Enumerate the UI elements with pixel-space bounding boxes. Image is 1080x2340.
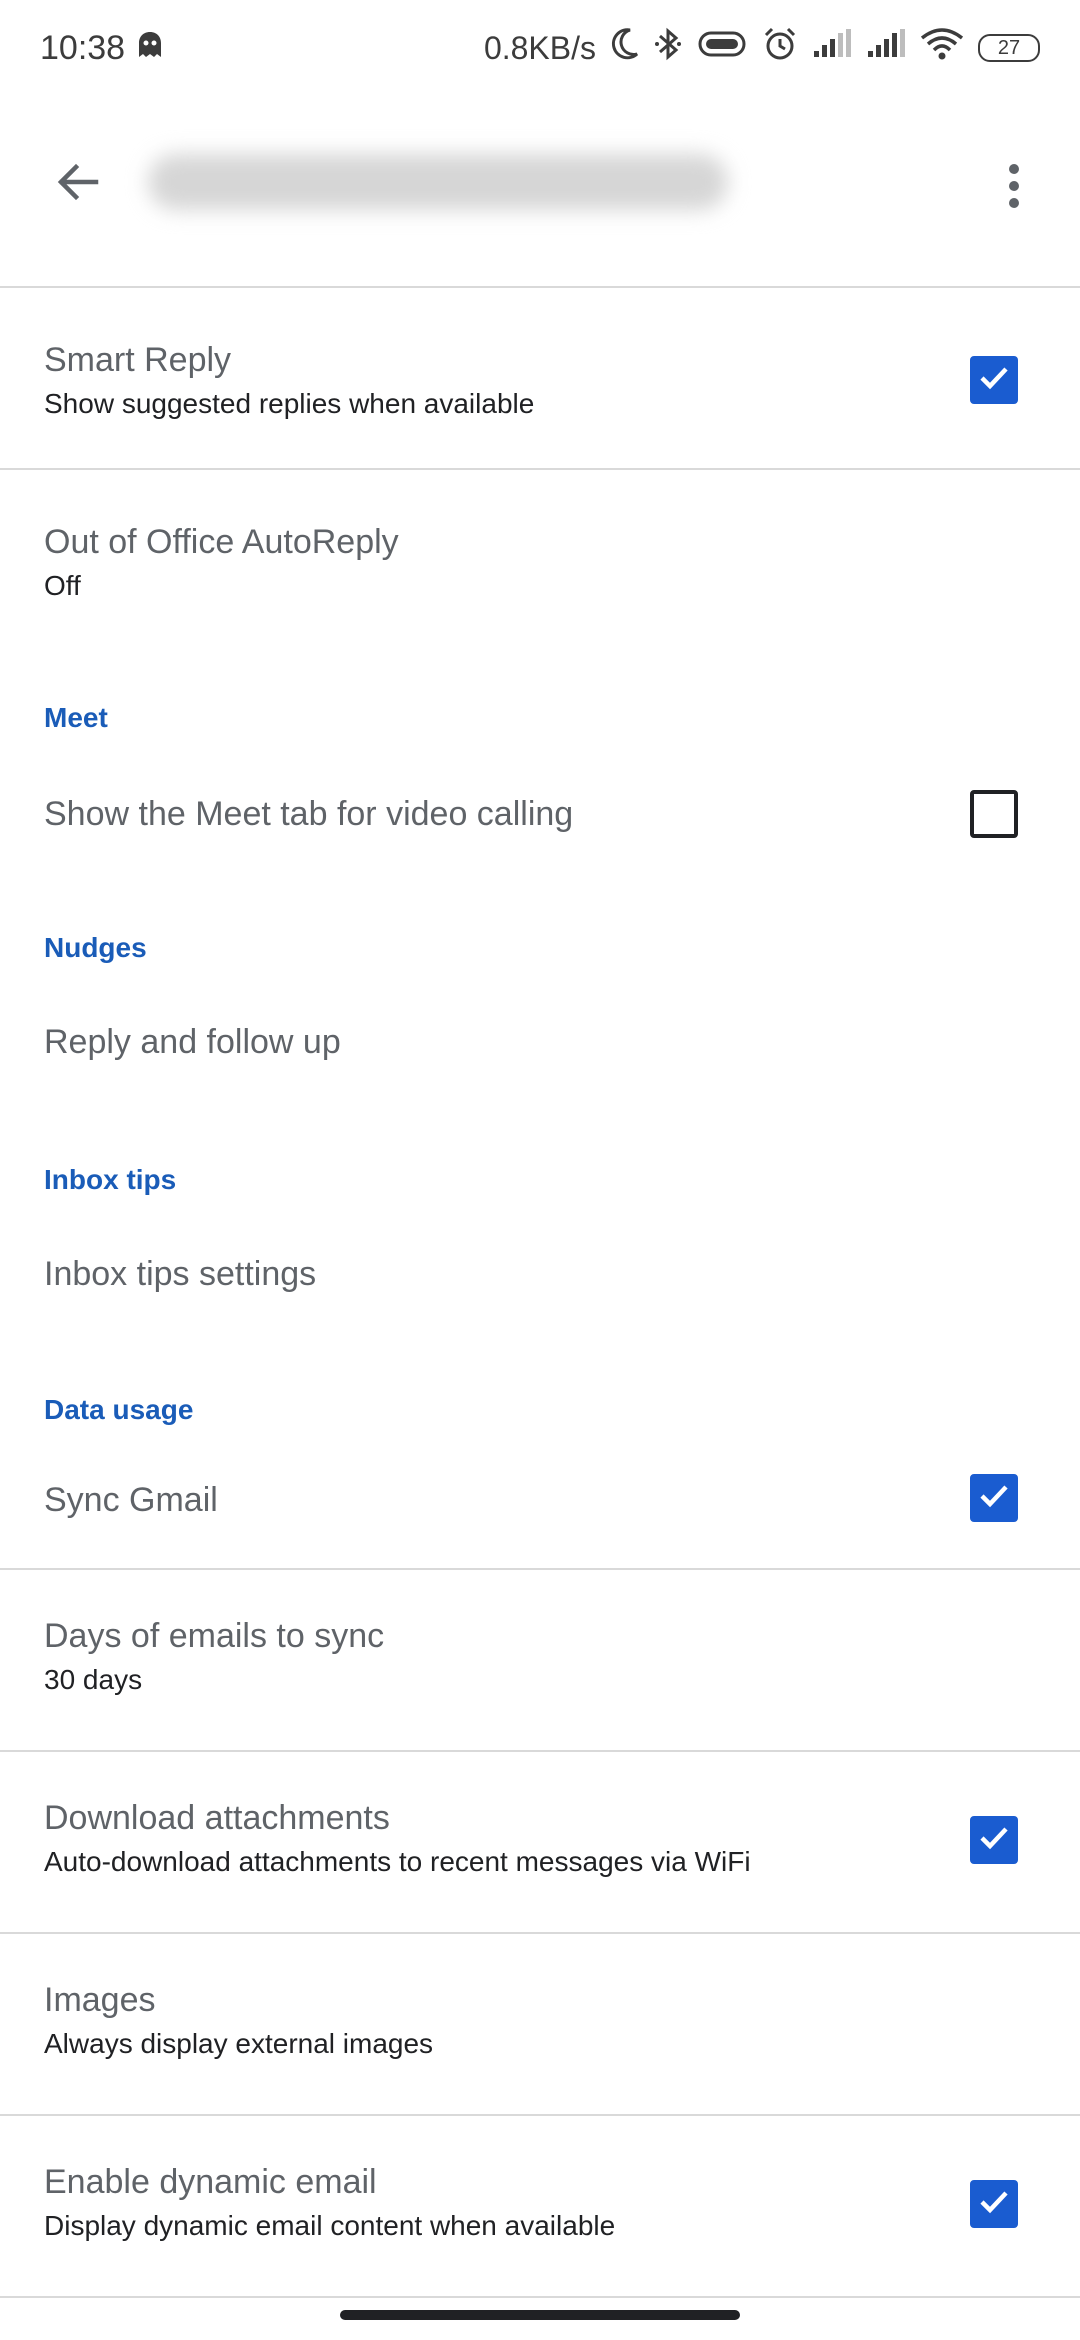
days-to-sync-setting[interactable]: Days of emails to sync 30 days [0, 1570, 1080, 1752]
checkmark-icon [976, 2184, 1012, 2225]
status-right: 0.8KB/s 27 [484, 26, 1040, 70]
signal-icon [812, 29, 852, 67]
bluetooth-icon [654, 26, 682, 70]
sync-gmail-title: Sync Gmail [44, 1481, 218, 1519]
checkmark-icon [976, 1478, 1012, 1519]
download-attachments-setting[interactable]: Download attachments Auto-download attac… [0, 1752, 1080, 1934]
back-button[interactable] [42, 148, 114, 220]
days-to-sync-subtitle: 30 days [44, 1664, 143, 1695]
alarm-icon [762, 26, 798, 70]
dynamic-email-checkbox[interactable] [970, 2180, 1018, 2228]
out-of-office-subtitle: Off [44, 570, 81, 601]
dynamic-email-setting[interactable]: Enable dynamic email Display dynamic ema… [0, 2116, 1080, 2298]
inbox-tips-header-label: Inbox tips [44, 1164, 177, 1195]
vibrate-icon [696, 28, 748, 68]
smart-reply-title: Smart Reply [44, 341, 232, 379]
checkmark-icon [976, 1820, 1012, 1861]
out-of-office-setting[interactable]: Out of Office AutoReply Off [0, 470, 1080, 652]
status-left: 10:38 [40, 29, 163, 68]
days-to-sync-title: Days of emails to sync [44, 1617, 385, 1655]
sync-gmail-setting[interactable]: Sync Gmail [0, 1450, 1080, 1570]
meet-tab-checkbox[interactable] [970, 790, 1018, 838]
status-time: 10:38 [40, 28, 126, 67]
status-bar: 10:38 0.8KB/s 27 [0, 0, 1080, 96]
arrow-back-icon [54, 158, 102, 211]
images-title: Images [44, 1981, 156, 2019]
out-of-office-title: Out of Office AutoReply [44, 523, 399, 561]
reply-follow-up-setting[interactable]: Reply and follow up [0, 990, 1080, 1110]
meet-tab-setting[interactable]: Show the Meet tab for video calling [0, 760, 1080, 880]
ghost-icon [137, 29, 163, 68]
sync-gmail-checkbox[interactable] [970, 1474, 1018, 1522]
inbox-tips-settings[interactable]: Inbox tips settings [0, 1220, 1080, 1340]
data-usage-header-label: Data usage [44, 1394, 194, 1425]
nudges-section-header: Nudges [0, 880, 1080, 990]
dynamic-email-title: Enable dynamic email [44, 2163, 377, 2201]
moon-icon [610, 27, 640, 69]
home-indicator[interactable] [340, 2310, 740, 2320]
account-email-title [148, 154, 728, 210]
download-attachments-title: Download attachments [44, 1799, 390, 1837]
network-speed: 0.8KB/s [483, 29, 596, 66]
meet-tab-title: Show the Meet tab for video calling [44, 795, 574, 833]
settings-list: Smart Reply Show suggested replies when … [0, 288, 1080, 2298]
wifi-icon [920, 28, 964, 68]
smart-reply-setting[interactable]: Smart Reply Show suggested replies when … [0, 288, 1080, 470]
reply-follow-up-title: Reply and follow up [44, 1023, 341, 1061]
meet-header-label: Meet [44, 702, 108, 733]
checkmark-icon [976, 360, 1012, 401]
images-subtitle: Always display external images [44, 2028, 434, 2059]
download-attachments-subtitle: Auto-download attachments to recent mess… [44, 1846, 751, 1877]
smart-reply-checkbox[interactable] [970, 356, 1018, 404]
dynamic-email-subtitle: Display dynamic email content when avail… [44, 2210, 616, 2241]
battery-icon: 27 [978, 34, 1040, 62]
app-bar [0, 96, 1080, 288]
battery-level: 27 [997, 36, 1021, 59]
inbox-tips-settings-title: Inbox tips settings [44, 1255, 317, 1293]
signal-icon [866, 29, 906, 67]
smart-reply-subtitle: Show suggested replies when available [44, 388, 535, 419]
download-attachments-checkbox[interactable] [970, 1816, 1018, 1864]
inbox-tips-section-header: Inbox tips [0, 1110, 1080, 1220]
images-setting[interactable]: Images Always display external images [0, 1934, 1080, 2116]
more-vert-icon [1008, 163, 1020, 213]
more-options-button[interactable] [984, 152, 1044, 224]
meet-section-header: Meet [0, 652, 1080, 760]
data-usage-section-header: Data usage [0, 1340, 1080, 1450]
nudges-header-label: Nudges [44, 932, 147, 963]
